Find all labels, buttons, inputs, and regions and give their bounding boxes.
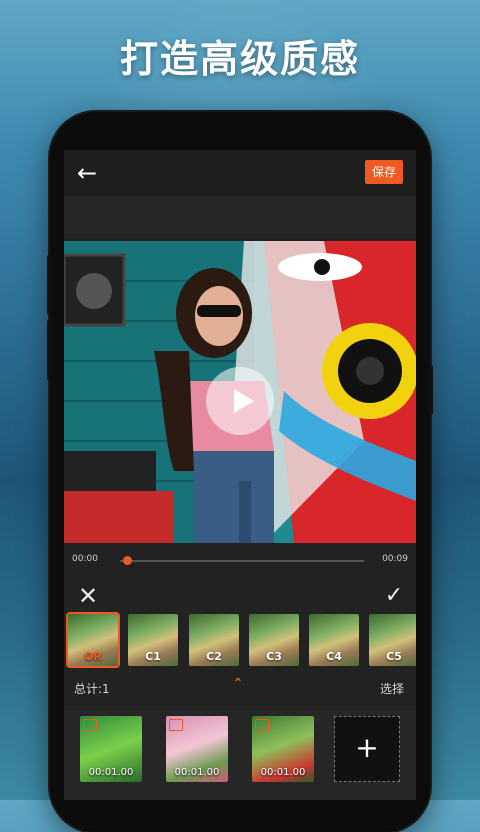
close-icon[interactable]: ✕ bbox=[74, 582, 102, 610]
image-icon bbox=[255, 719, 269, 731]
filter-label: OR bbox=[84, 650, 102, 663]
app-screen: ← 保存 00:00 00:09 ✕ ✓ OR C1 C2 C3 C4 C5 总… bbox=[64, 150, 416, 800]
clip-item[interactable]: 00:01.00 bbox=[252, 716, 314, 782]
seek-handle[interactable] bbox=[123, 556, 133, 565]
checkmark-icon[interactable]: ✓ bbox=[380, 582, 408, 610]
filter-thumb-or[interactable]: OR bbox=[66, 612, 120, 668]
select-button[interactable]: 选择 bbox=[380, 680, 404, 697]
clip-summary-row: 总计:1 ˆ 选择 bbox=[64, 674, 416, 700]
clip-duration: 00:01.00 bbox=[260, 767, 306, 778]
filter-thumb-c4[interactable]: C4 bbox=[309, 614, 359, 666]
chevron-up-icon[interactable]: ˆ bbox=[234, 676, 242, 695]
filter-thumb-c3[interactable]: C3 bbox=[249, 614, 299, 666]
filter-thumb-c1[interactable]: C1 bbox=[128, 614, 178, 666]
filter-label: C3 bbox=[266, 650, 282, 663]
clip-list: 00:01.00 00:01.00 00:01.00 + bbox=[64, 706, 416, 800]
image-icon bbox=[83, 719, 97, 731]
filter-label: C5 bbox=[386, 650, 402, 663]
total-time: 00:09 bbox=[382, 554, 408, 564]
action-row: ✕ ✓ bbox=[64, 578, 416, 614]
filter-label: C4 bbox=[326, 650, 342, 663]
clip-item[interactable]: 00:01.00 bbox=[166, 716, 228, 782]
top-bar: ← 保存 bbox=[64, 150, 416, 196]
clip-duration: 00:01.00 bbox=[88, 767, 134, 778]
filter-strip: OR C1 C2 C3 C4 C5 bbox=[66, 612, 416, 670]
filter-thumb-c5[interactable]: C5 bbox=[369, 614, 416, 666]
filter-thumb-c2[interactable]: C2 bbox=[189, 614, 239, 666]
image-icon bbox=[169, 719, 183, 731]
timeline-bar: 00:00 00:09 bbox=[64, 546, 416, 576]
clip-item[interactable]: 00:01.00 bbox=[80, 716, 142, 782]
filter-label: C2 bbox=[206, 650, 222, 663]
arrow-left-icon[interactable]: ← bbox=[72, 158, 102, 188]
toolbar-strip bbox=[64, 196, 416, 238]
phone-side-button bbox=[47, 320, 51, 380]
save-button[interactable]: 保存 bbox=[365, 160, 403, 184]
add-clip-button[interactable]: + bbox=[334, 716, 400, 782]
current-time: 00:00 bbox=[72, 554, 98, 564]
total-count: 总计:1 bbox=[74, 682, 110, 696]
phone-side-button bbox=[47, 255, 51, 315]
video-preview[interactable] bbox=[64, 241, 416, 543]
seek-track[interactable] bbox=[120, 560, 364, 562]
play-icon[interactable] bbox=[206, 367, 274, 435]
filter-label: C1 bbox=[145, 650, 161, 663]
phone-side-button bbox=[429, 365, 433, 415]
promo-headline: 打造高级质感 bbox=[119, 37, 360, 81]
clip-duration: 00:01.00 bbox=[174, 767, 220, 778]
